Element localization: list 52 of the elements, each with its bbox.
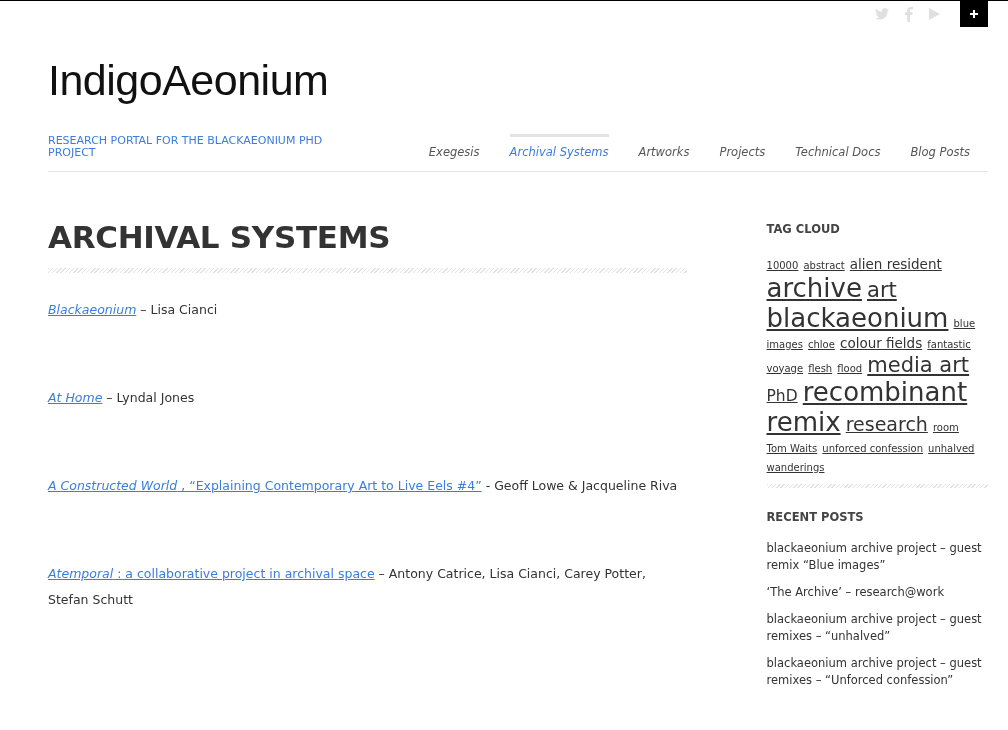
entry-link[interactable]: Atemporal : a collaborative project in archival space bbox=[48, 566, 375, 582]
tag-link[interactable]: blackaeonium bbox=[766, 304, 949, 333]
tag-link[interactable]: Tom Waits bbox=[766, 444, 818, 455]
tag-link[interactable]: flesh bbox=[808, 363, 833, 375]
recent-post-link[interactable]: blackaeonium archive project – guest remix “Blue images” bbox=[766, 540, 988, 575]
tag-link[interactable]: colour fields bbox=[839, 336, 923, 351]
tag-link[interactable]: fantastic bbox=[927, 340, 971, 351]
plus-button[interactable] bbox=[960, 1, 988, 27]
tag-link[interactable]: 10000 bbox=[766, 261, 799, 272]
tag-link[interactable]: blue bbox=[953, 318, 976, 330]
tag-link[interactable]: art bbox=[867, 278, 897, 301]
play-icon[interactable] bbox=[929, 8, 940, 20]
entry-link[interactable]: A Constructed World , “Explaining Contemporary Art to Live Eels #4” bbox=[48, 478, 482, 494]
tag-link[interactable]: remix bbox=[766, 408, 841, 437]
tag-link[interactable]: recombinant bbox=[802, 378, 968, 406]
tag-link[interactable]: archive bbox=[766, 274, 862, 302]
tag-link[interactable]: research bbox=[845, 414, 928, 435]
plus-icon bbox=[970, 10, 978, 18]
tag-link[interactable]: wanderings bbox=[766, 462, 825, 474]
archive-entry: At Home – Lyndal Jones bbox=[48, 389, 196, 408]
widget-title: TAG CLOUD bbox=[766, 222, 841, 236]
entry-link[interactable]: At Home bbox=[48, 390, 103, 406]
facebook-icon[interactable] bbox=[905, 6, 913, 22]
entry-link[interactable]: Blackaeonium bbox=[48, 302, 137, 318]
nav-link[interactable]: Blog Posts bbox=[910, 134, 970, 159]
nav-link[interactable]: Technical Docs bbox=[795, 134, 881, 159]
tag-link[interactable]: PhD bbox=[766, 387, 798, 404]
widget-title: RECENT POSTS bbox=[766, 510, 865, 525]
recent-post-link[interactable]: blackaeonium archive project – guest remixes – “unhalved” bbox=[766, 611, 988, 646]
tag-link[interactable]: chloe bbox=[807, 340, 835, 351]
recent-post-link[interactable]: blackaeonium archive project – guest remixes – “Unforced confession” bbox=[766, 655, 988, 690]
tag-link[interactable]: alien resident bbox=[849, 257, 942, 272]
site-logo[interactable]: IndigoAeonium bbox=[48, 59, 329, 102]
site-tagline: RESEARCH PORTAL FOR THE BLACKAEONIUM PHD PROJECT bbox=[48, 135, 324, 159]
tag-link[interactable]: media art bbox=[867, 353, 970, 376]
tag-link[interactable]: images bbox=[766, 340, 803, 351]
tag-link[interactable]: unforced confession bbox=[822, 444, 923, 455]
nav-link[interactable]: Projects bbox=[719, 134, 766, 159]
tag-link[interactable]: voyage bbox=[766, 363, 804, 375]
archive-entry: Atemporal : a collaborative project in archival space – Antony Catrice, Lisa Cianci, Carey Potter, Stefan Schutt bbox=[48, 565, 647, 610]
tag-link[interactable]: abstract bbox=[803, 261, 845, 272]
nav-link[interactable]: Archival Systems bbox=[509, 134, 609, 159]
tag-link[interactable]: unhalved bbox=[928, 444, 975, 455]
archive-entry: A Constructed World , “Explaining Contemporary Art to Live Eels #4” - Geoff Lowe & Jacqueline Riva bbox=[48, 477, 679, 496]
archive-entry: Blackaeonium – Lisa Cianci bbox=[48, 301, 219, 320]
nav-link[interactable]: Exegesis bbox=[428, 134, 480, 159]
tag-link[interactable]: room bbox=[932, 422, 959, 434]
nav-link[interactable]: Artworks bbox=[638, 134, 690, 159]
recent-post-link[interactable]: ‘The Archive’ – research@work bbox=[766, 584, 988, 602]
tag-link[interactable]: flood bbox=[837, 363, 863, 375]
bird-icon[interactable] bbox=[875, 8, 889, 20]
page-heading: ARCHIVAL SYSTEMS bbox=[48, 220, 392, 255]
